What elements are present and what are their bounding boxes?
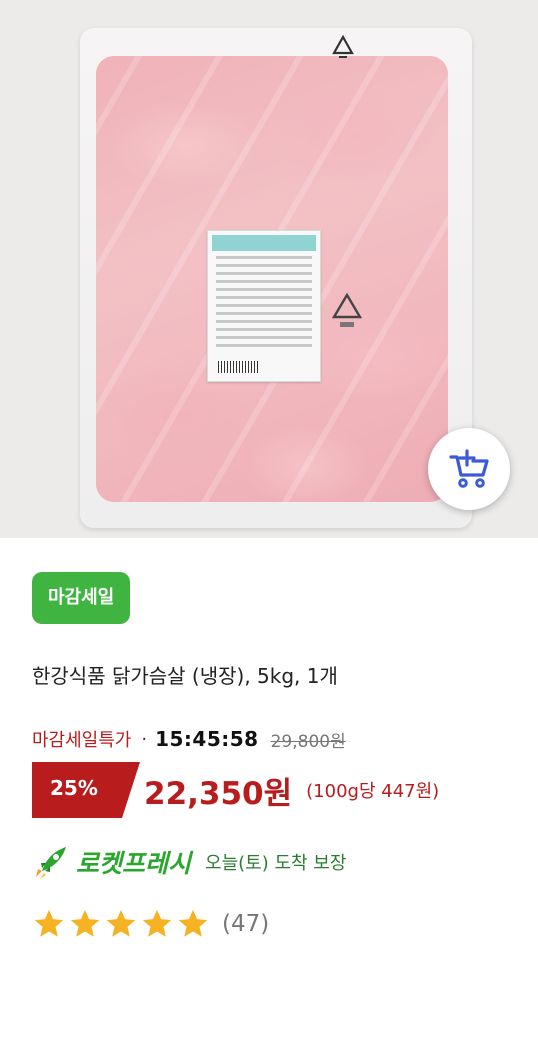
delivery-row: 로켓프레시 오늘(토) 도착 보장 bbox=[32, 842, 346, 882]
product-image[interactable] bbox=[0, 0, 538, 538]
rocket-fresh-label: 로켓프레시 bbox=[76, 849, 192, 878]
deal-countdown-timer: 15:45:58 bbox=[155, 727, 259, 751]
sale-price: 22,350원 bbox=[144, 775, 293, 812]
deal-row: 마감세일특가 · 15:45:58 29,800원 bbox=[32, 724, 346, 754]
recycle-icon bbox=[332, 34, 354, 58]
deal-separator: · bbox=[141, 728, 148, 750]
closing-sale-badge: 마감세일 bbox=[32, 572, 131, 624]
star-icon bbox=[142, 909, 172, 937]
add-to-cart-button[interactable] bbox=[428, 428, 510, 510]
add-to-cart-icon bbox=[449, 449, 489, 488]
star-icon bbox=[70, 909, 100, 937]
recycle-icon bbox=[331, 292, 363, 327]
star-icon bbox=[34, 909, 64, 937]
arrival-guarantee: 오늘(토) 도착 보장 bbox=[205, 853, 347, 874]
rocket-icon bbox=[36, 847, 66, 879]
product-title[interactable]: 한강식품 닭가슴살 (냉장), 5kg, 1개 bbox=[32, 660, 338, 689]
discount-percent: 25% bbox=[50, 776, 98, 800]
deal-label: 마감세일특가 bbox=[32, 730, 132, 751]
star-icon bbox=[106, 909, 136, 937]
review-count: (47) bbox=[222, 911, 270, 937]
unit-price: (100g당 447원) bbox=[306, 781, 440, 802]
star-icon bbox=[178, 909, 208, 937]
original-price: 29,800원 bbox=[270, 731, 346, 752]
rating-row[interactable]: (47) bbox=[32, 904, 269, 944]
price-row: 25% 22,350원 (100g당 447원) bbox=[32, 762, 439, 818]
product-label-sticker bbox=[207, 230, 321, 382]
discount-tag: 25% bbox=[32, 762, 140, 818]
star-rating bbox=[32, 907, 212, 941]
